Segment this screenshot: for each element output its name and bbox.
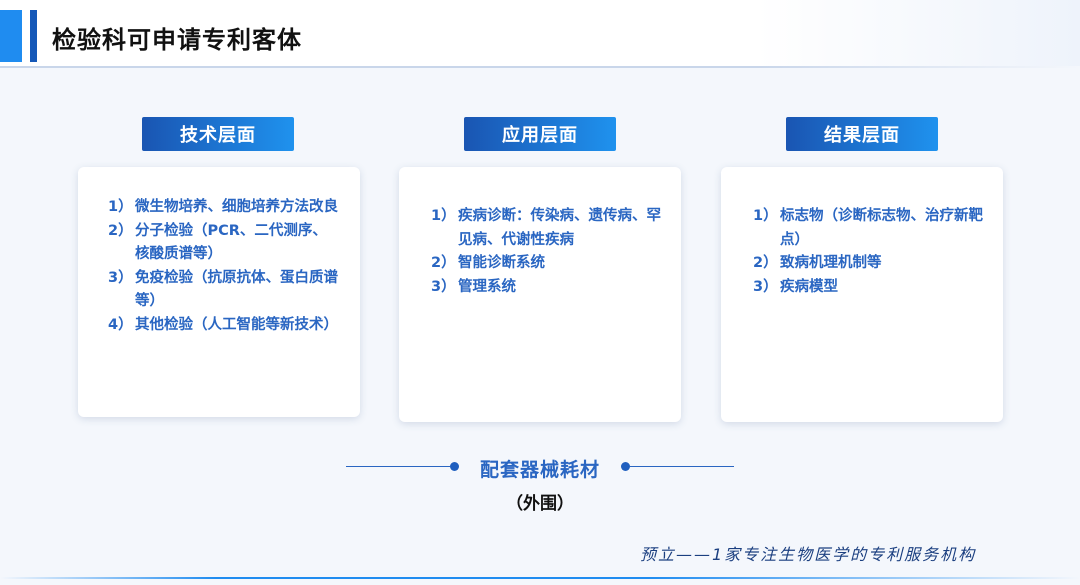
connector-dot-right	[621, 462, 630, 471]
title-divider	[0, 66, 1080, 68]
footer-slogan: 预立——1家专注生物医学的专利服务机构	[640, 545, 977, 564]
page-title: 检验科可申请专利客体	[52, 26, 302, 54]
item-number: 2）	[108, 222, 133, 239]
item-number: 3）	[108, 269, 133, 286]
card-technical: 1） 微生物培养、细胞培养方法改良 2） 分子检验（PCR、二代测序、核酸质谱等） …	[78, 167, 360, 417]
item-text: 智能诊断系统	[458, 255, 545, 271]
card-result: 1） 标志物（诊断标志物、治疗新靶点） 2） 致病机理机制等 3） 疾病模型	[721, 167, 1003, 422]
connector-line-right	[630, 466, 734, 467]
item-text: 管理系统	[458, 278, 516, 295]
card-application: 1） 疾病诊断：传染病、遗传病、罕见病、代谢性疾病 2） 智能诊断系统 3） 管理系统	[399, 167, 681, 422]
item-number: 2）	[431, 255, 456, 271]
supporting-subtitle: （外围）	[506, 494, 574, 514]
item-text: 微生物培养、细胞培养方法改良	[135, 199, 338, 215]
list-item: 1） 标志物（诊断标志物、治疗新靶点）	[753, 205, 983, 252]
item-text: 疾病模型	[780, 278, 838, 295]
column-heading-application: 应用层面	[464, 117, 616, 151]
list-item: 2） 分子检验（PCR、二代测序、核酸质谱等）	[108, 220, 340, 267]
list-item: 3） 免疫检验（抗原抗体、蛋白质谱等）	[108, 267, 340, 314]
item-text: 其他检验（人工智能等新技术）	[135, 316, 338, 333]
title-accent-bar-thin	[30, 10, 37, 62]
item-text: 分子检验（PCR、二代测序、核酸质谱等）	[135, 222, 327, 263]
item-number: 2）	[753, 255, 778, 271]
item-number: 3）	[431, 278, 456, 295]
column-heading-technical: 技术层面	[142, 117, 294, 151]
title-bar: 检验科可申请专利客体	[0, 0, 1080, 66]
list-item: 2） 智能诊断系统	[431, 252, 661, 276]
list-item: 1） 微生物培养、细胞培养方法改良	[108, 196, 340, 220]
list-item: 3） 管理系统	[431, 276, 661, 300]
application-list: 1） 疾病诊断：传染病、遗传病、罕见病、代谢性疾病 2） 智能诊断系统 3） 管理系统	[431, 205, 661, 299]
result-list: 1） 标志物（诊断标志物、治疗新靶点） 2） 致病机理机制等 3） 疾病模型	[753, 205, 983, 299]
connector-line-left	[346, 466, 450, 467]
item-number: 1）	[431, 208, 456, 224]
supporting-title: 配套器械耗材	[479, 459, 600, 481]
list-item: 3） 疾病模型	[753, 276, 983, 300]
item-number: 1）	[108, 199, 133, 215]
footer-divider	[0, 577, 1080, 579]
list-item: 1） 疾病诊断：传染病、遗传病、罕见病、代谢性疾病	[431, 205, 661, 252]
item-number: 1）	[753, 208, 778, 224]
title-accent-bar	[0, 10, 22, 62]
item-number: 4）	[108, 316, 133, 333]
connector-dot-left	[450, 462, 459, 471]
column-heading-result: 结果层面	[786, 117, 938, 151]
list-item: 2） 致病机理机制等	[753, 252, 983, 276]
item-text: 致病机理机制等	[780, 255, 882, 271]
item-text: 标志物（诊断标志物、治疗新靶点）	[780, 208, 983, 248]
list-item: 4） 其他检验（人工智能等新技术）	[108, 314, 340, 338]
item-text: 免疫检验（抗原抗体、蛋白质谱等）	[135, 269, 338, 310]
item-number: 3）	[753, 278, 778, 295]
technical-list: 1） 微生物培养、细胞培养方法改良 2） 分子检验（PCR、二代测序、核酸质谱等） …	[108, 196, 340, 337]
item-text: 疾病诊断：传染病、遗传病、罕见病、代谢性疾病	[458, 208, 661, 248]
